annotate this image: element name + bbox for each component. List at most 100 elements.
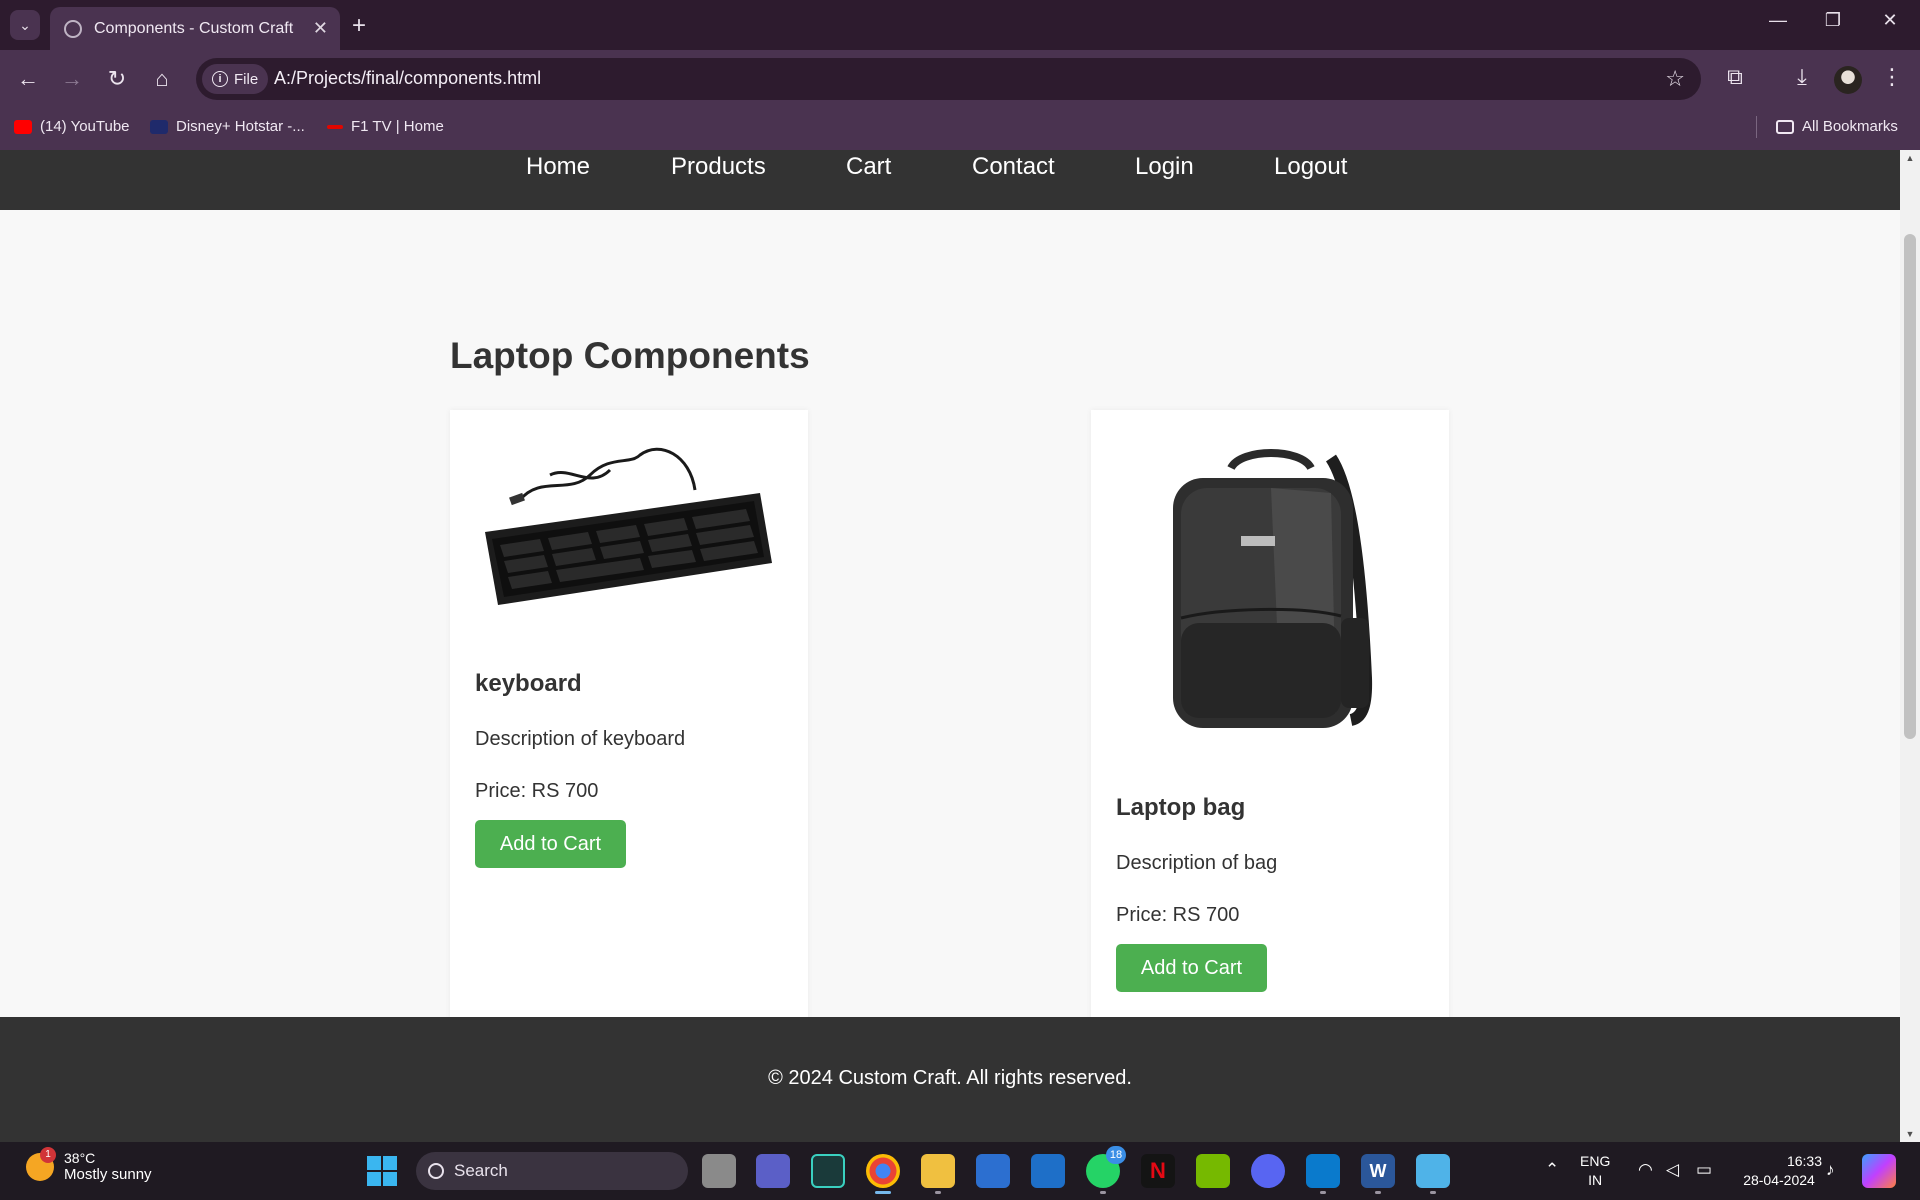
product-name: Laptop bag <box>1116 794 1246 821</box>
language-code: ENG <box>1580 1153 1611 1169</box>
teams-icon[interactable] <box>756 1154 790 1188</box>
url-text[interactable]: A:/Projects/final/components.html <box>274 68 541 89</box>
nav-logout[interactable]: Logout <box>1274 153 1347 181</box>
forward-button[interactable]: → <box>56 64 88 94</box>
reload-button[interactable]: ↻ <box>101 64 133 94</box>
product-price: Price: RS 700 <box>475 780 599 802</box>
search-icon <box>428 1163 444 1179</box>
nav-contact[interactable]: Contact <box>972 153 1055 181</box>
nvidia-icon[interactable] <box>1196 1154 1230 1188</box>
minimize-button[interactable]: — <box>1758 10 1798 31</box>
discord-icon[interactable] <box>1251 1154 1285 1188</box>
close-window-button[interactable]: ✕ <box>1870 10 1910 31</box>
product-description: Description of bag <box>1116 852 1278 874</box>
chrome-icon[interactable] <box>866 1154 900 1194</box>
bookmark-youtube[interactable]: (14) YouTube <box>14 118 130 135</box>
page-title: Laptop Components <box>450 335 810 376</box>
netflix-icon[interactable]: N <box>1141 1154 1175 1188</box>
nav-home[interactable]: Home <box>526 153 590 181</box>
all-bookmarks-button[interactable]: All Bookmarks <box>1776 118 1898 135</box>
globe-icon <box>64 19 82 38</box>
vscode-icon[interactable] <box>1306 1154 1340 1194</box>
predator-sense-icon[interactable] <box>811 1154 845 1188</box>
taskbar-search[interactable]: Search <box>416 1152 688 1190</box>
profile-avatar[interactable] <box>1834 66 1862 94</box>
product-price: Price: RS 700 <box>1116 904 1240 926</box>
search-label: Search <box>454 1161 508 1180</box>
add-to-cart-button[interactable]: Add to Cart <box>1116 944 1267 992</box>
weather-condition: Mostly sunny <box>64 1166 152 1183</box>
youtube-icon <box>14 119 32 134</box>
whatsapp-icon[interactable]: 18 <box>1086 1146 1126 1194</box>
taskbar: 1 38°C Mostly sunny Search 18 N W ⌃ ENG … <box>0 1142 1920 1200</box>
site-footer: © 2024 Custom Craft. All rights reserved… <box>0 1017 1900 1142</box>
site-nav: Home Products Cart Contact Login Logout <box>0 150 1900 210</box>
language-indicator[interactable]: ENG IN <box>1580 1152 1610 1190</box>
scroll-down-icon[interactable]: ▼ <box>1900 1126 1920 1142</box>
scroll-thumb[interactable] <box>1904 234 1916 739</box>
bookmark-hotstar[interactable]: Disney+ Hotstar -... <box>150 118 305 135</box>
clock[interactable]: 16:33 28-04-2024 <box>1734 1152 1824 1190</box>
clock-time: 16:33 <box>1786 1153 1822 1169</box>
menu-icon[interactable]: ⋮ <box>1876 64 1908 90</box>
bookmarks-bar: (14) YouTube Disney+ Hotstar -... F1 TV … <box>0 108 1920 150</box>
battery-icon[interactable]: ▭ <box>1696 1160 1712 1180</box>
backpack-image <box>1173 449 1373 728</box>
scheme-label: File <box>234 70 259 88</box>
start-button[interactable] <box>367 1156 397 1186</box>
downloads-icon[interactable]: ⤓ <box>1786 64 1818 90</box>
page-scrollbar[interactable]: ▲ ▼ <box>1900 150 1920 1142</box>
restore-button[interactable]: ❐ <box>1813 10 1853 31</box>
weather-temp: 38°C <box>64 1150 96 1166</box>
bookmark-star-icon[interactable]: ☆ <box>1665 66 1685 92</box>
tab-search-button[interactable]: ⌄ <box>10 10 40 40</box>
app-window-icon[interactable] <box>1031 1154 1065 1188</box>
new-tab-button[interactable]: + <box>352 12 366 40</box>
bookmark-label: Disney+ Hotstar -... <box>176 118 305 135</box>
clock-date: 28-04-2024 <box>1743 1172 1815 1188</box>
page-viewport: Home Products Cart Contact Login Logout … <box>0 150 1900 1142</box>
show-hidden-icons-icon[interactable]: ⌃ <box>1545 1160 1559 1180</box>
f1-icon <box>327 124 343 129</box>
browser-titlebar: ⌄ Components - Custom Craft ✕ + — ❐ ✕ <box>0 0 1920 50</box>
folder-icon <box>1776 119 1794 134</box>
notepad-icon[interactable] <box>1416 1154 1450 1194</box>
whatsapp-badge: 18 <box>1106 1146 1126 1164</box>
all-bookmarks-label: All Bookmarks <box>1802 118 1898 135</box>
weather-sun-icon: 1 <box>26 1146 56 1181</box>
back-button[interactable]: ← <box>12 64 44 94</box>
nav-cart[interactable]: Cart <box>846 153 891 181</box>
home-button[interactable]: ⌂ <box>146 64 178 94</box>
notification-bell-icon[interactable]: ♪ <box>1826 1160 1835 1180</box>
bookmarks-separator <box>1756 116 1757 138</box>
wifi-icon[interactable]: ◠ <box>1638 1160 1653 1180</box>
bookmark-label: (14) YouTube <box>40 118 130 135</box>
add-to-cart-button[interactable]: Add to Cart <box>475 820 626 868</box>
extensions-icon[interactable]: ⧉ <box>1719 64 1751 90</box>
nav-products[interactable]: Products <box>671 153 766 181</box>
product-description: Description of keyboard <box>475 728 686 750</box>
weather-widget[interactable]: 1 38°C Mostly sunny <box>26 1146 152 1183</box>
close-tab-icon[interactable]: ✕ <box>313 18 328 39</box>
microsoft-store-icon[interactable] <box>976 1154 1010 1188</box>
region-code: IN <box>1588 1172 1603 1188</box>
scroll-up-icon[interactable]: ▲ <box>1900 150 1920 166</box>
product-name: keyboard <box>475 670 582 697</box>
keyboard-image <box>485 447 772 605</box>
copilot-icon[interactable] <box>1862 1154 1896 1188</box>
tab-title: Components - Custom Craft <box>94 19 294 37</box>
site-info-chip[interactable]: i File <box>202 64 269 94</box>
word-icon[interactable]: W <box>1361 1154 1395 1194</box>
info-icon: i <box>212 71 228 87</box>
nav-login[interactable]: Login <box>1135 153 1194 181</box>
bookmark-label: F1 TV | Home <box>351 118 444 135</box>
browser-tab[interactable]: Components - Custom Craft ✕ <box>50 7 340 50</box>
volume-icon[interactable]: ◁ <box>1666 1160 1679 1180</box>
address-bar[interactable]: i File A:/Projects/final/components.html… <box>196 58 1701 100</box>
task-view-icon[interactable] <box>702 1154 736 1188</box>
browser-toolbar: ← → ↻ ⌂ i File A:/Projects/final/compone… <box>0 50 1920 108</box>
weather-badge: 1 <box>40 1146 56 1163</box>
file-explorer-icon[interactable] <box>921 1154 955 1194</box>
bookmark-f1tv[interactable]: F1 TV | Home <box>327 118 444 135</box>
hotstar-icon <box>150 119 168 134</box>
